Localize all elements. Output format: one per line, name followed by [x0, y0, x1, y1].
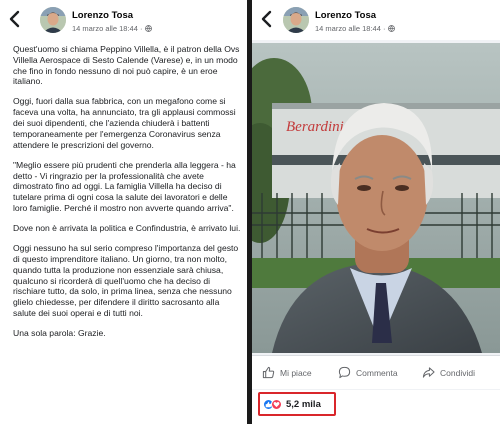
avatar[interactable]	[40, 7, 66, 33]
globe-icon	[387, 24, 395, 33]
author-name[interactable]: Lorenzo Tosa	[315, 10, 376, 21]
back-arrow-icon[interactable]	[8, 10, 22, 28]
post-timestamp[interactable]: 14 marzo alle 18:44 ·	[315, 24, 395, 33]
reactions-count: 5,2 mila	[286, 398, 321, 410]
author-name[interactable]: Lorenzo Tosa	[72, 10, 133, 21]
paragraph: "Meglio essere più prudenti che prenderl…	[13, 159, 236, 213]
like-button[interactable]: Mi piace	[262, 365, 312, 381]
share-label: Condividi	[440, 368, 475, 378]
action-bar: Mi piace Commenta Condividi	[252, 355, 500, 389]
share-button[interactable]: Condividi	[422, 365, 475, 381]
post-text: Quest'uomo si chiama Peppino Villella, è…	[13, 44, 241, 348]
reactions-bar: 5,2 mila	[252, 390, 500, 424]
timestamp-text: 14 marzo alle 18:44 ·	[72, 24, 145, 33]
comment-icon	[338, 366, 356, 381]
avatar[interactable]	[283, 7, 309, 33]
paragraph: Oggi nessuno ha sul serio compreso l'imp…	[13, 243, 239, 318]
like-icon	[262, 366, 280, 381]
share-icon	[422, 366, 440, 381]
paragraph: Quest'uomo si chiama Peppino Villella, è…	[13, 44, 240, 87]
right-post-panel: Lorenzo Tosa 14 marzo alle 18:44 · Berar…	[252, 0, 500, 424]
post-timestamp[interactable]: 14 marzo alle 18:44 ·	[72, 24, 152, 33]
back-arrow-icon[interactable]	[260, 10, 274, 28]
left-post-panel: Lorenzo Tosa 14 marzo alle 18:44 · Quest…	[0, 0, 247, 424]
like-label: Mi piace	[280, 368, 312, 378]
paragraph: Una sola parola: Grazie.	[13, 328, 106, 339]
timestamp-text: 14 marzo alle 18:44 ·	[315, 24, 388, 33]
post-photo[interactable]: Berardini	[252, 43, 500, 353]
sign-text: Berardini	[286, 119, 344, 135]
paragraph: Dove non è arrivata la politica e Confin…	[13, 223, 241, 234]
globe-icon	[144, 24, 152, 33]
post-header: Lorenzo Tosa 14 marzo alle 18:44 ·	[0, 0, 247, 40]
reactions-summary[interactable]: 5,2 mila	[258, 392, 336, 416]
comment-button[interactable]: Commenta	[338, 365, 398, 381]
comment-label: Commenta	[356, 368, 398, 378]
paragraph: Oggi, fuori dalla sua fabbrica, con un m…	[13, 96, 236, 150]
love-reaction-icon	[271, 398, 282, 410]
post-header: Lorenzo Tosa 14 marzo alle 18:44 ·	[252, 0, 500, 40]
